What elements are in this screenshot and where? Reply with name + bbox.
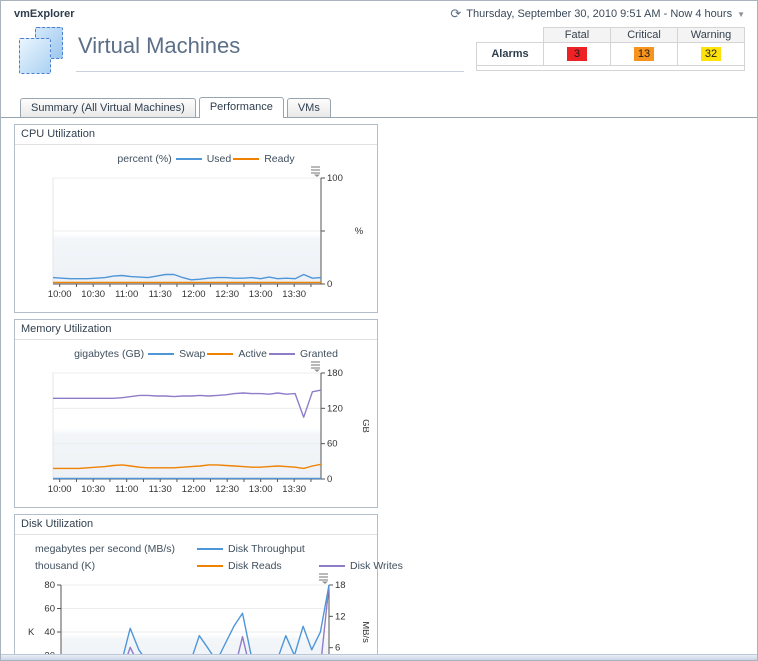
svg-text:%: % bbox=[355, 226, 364, 237]
svg-text:18: 18 bbox=[335, 580, 346, 591]
legend-item: Ready bbox=[231, 153, 294, 165]
svg-text:80: 80 bbox=[44, 580, 55, 591]
chart-canvas: 0 100% 10:00 10:30 11:00 11:30 12:00 12:30 13:00… bbox=[19, 168, 369, 300]
tab-summary[interactable]: Summary (All Virtual Machines) bbox=[20, 98, 196, 117]
legend-item-label: Active bbox=[238, 348, 267, 360]
legend-line-swatch bbox=[148, 353, 174, 355]
legend-item-label: Granted bbox=[300, 348, 338, 360]
legend-unit-label: megabytes per second (MB/s) bbox=[35, 543, 193, 555]
alarms-col-fatal: Fatal bbox=[544, 28, 611, 43]
chart-options-icon[interactable] bbox=[309, 165, 323, 177]
svg-text:0: 0 bbox=[327, 474, 332, 485]
svg-text:12:00: 12:00 bbox=[182, 484, 206, 495]
charts-grid: CPU Utilization percent (%) Used Ready 0 10… bbox=[1, 118, 757, 661]
legend-unit-label: gigabytes (GB) bbox=[74, 348, 144, 360]
svg-text:40: 40 bbox=[44, 627, 55, 638]
disk-utilization-panel: Disk Utilization megabytes per second (M… bbox=[14, 514, 378, 661]
svg-text:12: 12 bbox=[335, 611, 346, 622]
time-range-label: Thursday, September 30, 2010 9:51 AM - N… bbox=[466, 8, 732, 20]
svg-text:12:30: 12:30 bbox=[215, 484, 239, 495]
legend-item-label: Disk Writes bbox=[350, 560, 403, 572]
svg-text:10:30: 10:30 bbox=[81, 484, 105, 495]
svg-text:180: 180 bbox=[327, 368, 343, 379]
legend-item: Granted bbox=[267, 348, 338, 360]
svg-text:MB/s: MB/s bbox=[360, 621, 369, 643]
svg-text:11:00: 11:00 bbox=[115, 484, 138, 495]
tab-performance[interactable]: Performance bbox=[199, 97, 284, 118]
svg-text:6: 6 bbox=[335, 643, 340, 654]
legend-item: Disk Reads bbox=[195, 560, 317, 572]
svg-text:10:30: 10:30 bbox=[81, 289, 105, 300]
svg-text:13:00: 13:00 bbox=[249, 484, 273, 495]
chevron-down-icon: ▼ bbox=[737, 10, 745, 19]
svg-text:10:00: 10:00 bbox=[48, 289, 72, 300]
svg-text:100: 100 bbox=[327, 173, 343, 184]
chart-canvas: 0 60 120 180 GB 10:00 10:30 11:00 11:30 12:00 12:3… bbox=[19, 363, 369, 495]
fatal-alarm-badge[interactable]: 3 bbox=[567, 47, 587, 61]
chart-options-icon[interactable] bbox=[309, 360, 323, 372]
alarms-col-warning: Warning bbox=[678, 28, 745, 43]
svg-text:10:00: 10:00 bbox=[48, 484, 72, 495]
chart-legend: megabytes per second (MB/s) Disk Throughp… bbox=[35, 540, 377, 574]
svg-text:11:30: 11:30 bbox=[149, 484, 172, 495]
virtual-machines-icon bbox=[18, 27, 66, 75]
svg-text:13:30: 13:30 bbox=[282, 484, 306, 495]
app-title: vmExplorer bbox=[14, 8, 75, 20]
legend-item-label: Swap bbox=[179, 348, 205, 360]
legend-line-swatch bbox=[197, 548, 223, 550]
panel-title: Memory Utilization bbox=[15, 320, 377, 340]
alarms-summary: Fatal Critical Warning Alarms 3 13 32 bbox=[476, 27, 745, 71]
svg-text:60: 60 bbox=[44, 604, 55, 615]
svg-text:12:30: 12:30 bbox=[215, 289, 239, 300]
legend-line-swatch bbox=[233, 158, 259, 160]
alarms-col-critical: Critical bbox=[611, 28, 678, 43]
chart-options-icon[interactable] bbox=[317, 572, 331, 584]
panel-title: CPU Utilization bbox=[15, 125, 377, 145]
tab-vms[interactable]: VMs bbox=[287, 98, 331, 117]
page-header: Virtual Machines Fatal Critical Warning … bbox=[1, 23, 757, 89]
svg-text:K: K bbox=[28, 627, 35, 638]
legend-item: Active bbox=[205, 348, 267, 360]
legend-line-swatch bbox=[269, 353, 295, 355]
critical-alarm-badge[interactable]: 13 bbox=[634, 47, 654, 61]
time-range-selector[interactable]: ⟳ Thursday, September 30, 2010 9:51 AM -… bbox=[450, 8, 745, 20]
svg-text:GB: GB bbox=[360, 419, 369, 433]
top-bar: vmExplorer ⟳ Thursday, September 30, 201… bbox=[1, 1, 757, 23]
cpu-utilization-panel: CPU Utilization percent (%) Used Ready 0 10… bbox=[14, 124, 378, 313]
panel-title: Disk Utilization bbox=[15, 515, 377, 535]
time-range-icon: ⟳ bbox=[450, 9, 461, 19]
legend-unit-label: percent (%) bbox=[117, 153, 171, 165]
svg-text:13:30: 13:30 bbox=[282, 289, 306, 300]
legend-line-swatch bbox=[319, 565, 345, 567]
legend-unit-label: thousand (K) bbox=[35, 560, 193, 572]
legend-item: Disk Writes bbox=[317, 560, 439, 572]
legend-item-label: Used bbox=[207, 153, 232, 165]
svg-text:12:00: 12:00 bbox=[182, 289, 206, 300]
alarms-row-label: Alarms bbox=[477, 43, 544, 66]
svg-text:0: 0 bbox=[327, 279, 332, 290]
legend-item-label: Ready bbox=[264, 153, 294, 165]
warning-alarm-badge[interactable]: 32 bbox=[701, 47, 721, 61]
legend-line-swatch bbox=[176, 158, 202, 160]
chart-canvas: 020406080K061218MB/s10:0010:3011:0011:30… bbox=[19, 575, 369, 661]
tab-bar: Summary (All Virtual Machines) Performan… bbox=[1, 89, 757, 118]
legend-line-swatch bbox=[197, 565, 223, 567]
legend-item-label: Disk Reads bbox=[228, 560, 282, 572]
chart-legend: gigabytes (GB) Swap Active Granted bbox=[35, 345, 377, 362]
svg-text:60: 60 bbox=[327, 439, 338, 450]
bottom-strip bbox=[1, 654, 757, 660]
legend-item: Used bbox=[174, 153, 232, 165]
chart-legend: percent (%) Used Ready bbox=[35, 150, 377, 167]
svg-text:120: 120 bbox=[327, 403, 343, 414]
svg-text:11:30: 11:30 bbox=[149, 289, 172, 300]
legend-line-swatch bbox=[207, 353, 233, 355]
legend-item-label: Disk Throughput bbox=[228, 543, 305, 555]
legend-item: Swap bbox=[146, 348, 205, 360]
memory-utilization-panel: Memory Utilization gigabytes (GB) Swap Act… bbox=[14, 319, 378, 508]
svg-text:11:00: 11:00 bbox=[115, 289, 138, 300]
svg-text:13:00: 13:00 bbox=[249, 289, 273, 300]
legend-item: Disk Throughput bbox=[195, 543, 317, 555]
vmexplorer-page: vmExplorer ⟳ Thursday, September 30, 201… bbox=[0, 0, 758, 661]
page-title: Virtual Machines bbox=[78, 33, 240, 58]
